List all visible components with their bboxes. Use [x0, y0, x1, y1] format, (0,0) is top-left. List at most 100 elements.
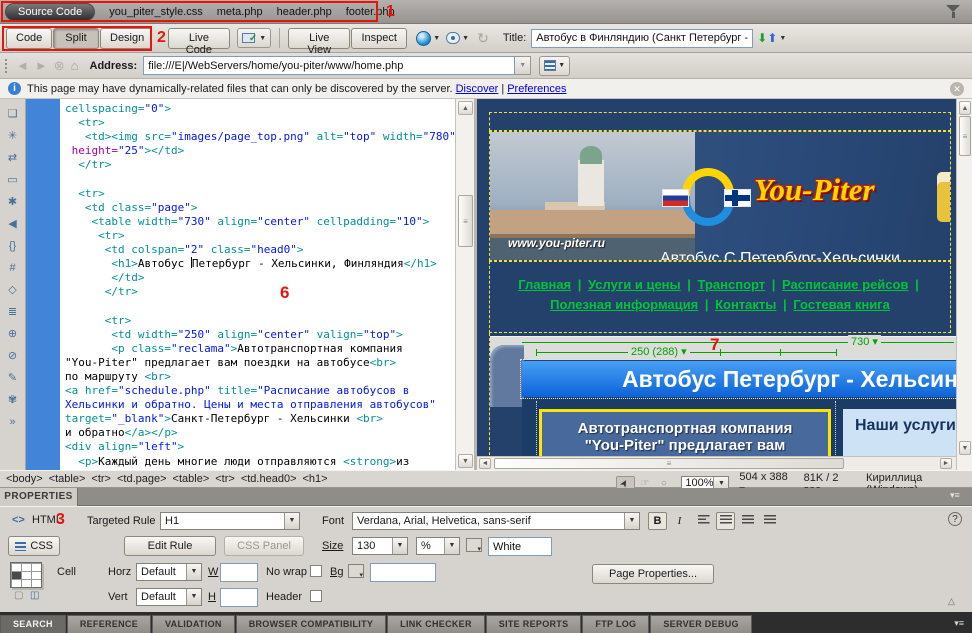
nav-link[interactable]: Главная: [518, 277, 571, 292]
address-input[interactable]: [143, 56, 515, 75]
syntax-error-alerts-icon[interactable]: ≣: [3, 301, 23, 323]
scroll-down-icon[interactable]: ▼: [959, 441, 971, 455]
code-navigator-icon[interactable]: ✳: [3, 125, 23, 147]
table-width-label-outer[interactable]: 730 ▾: [848, 335, 881, 348]
table-width-bar[interactable]: 730 ▾ 250 (288) ▾: [490, 336, 956, 360]
related-file-tab-1[interactable]: meta.php: [217, 6, 263, 18]
apply-comment-icon[interactable]: ⊕: [3, 323, 23, 345]
close-icon[interactable]: ✕: [950, 82, 964, 96]
scroll-left-icon[interactable]: ◄: [479, 458, 491, 469]
css-panel-button[interactable]: CSS Panel: [224, 536, 304, 556]
visual-aids-button[interactable]: ▼: [446, 32, 469, 44]
scroll-up-icon[interactable]: ▲: [959, 101, 971, 115]
tag-selector-item-3[interactable]: <td.page>: [117, 473, 167, 485]
header-checkbox[interactable]: [310, 590, 322, 602]
results-tab-link-checker[interactable]: LINK CHECKER: [387, 615, 485, 633]
panel-menu-icon[interactable]: ▾≡: [950, 490, 960, 501]
design-view[interactable]: You-Piter Автобус С.Петербург-Хельсинки …: [477, 99, 956, 470]
merge-cells-icon[interactable]: ▢: [14, 590, 23, 601]
expand-all-icon[interactable]: ✱: [3, 191, 23, 213]
collapse-selection-icon[interactable]: ▭: [3, 169, 23, 191]
bg-color-input[interactable]: [370, 563, 436, 582]
remove-comment-icon[interactable]: ⊘: [3, 345, 23, 367]
cell-width-input[interactable]: [220, 563, 258, 582]
results-tab-ftp-log[interactable]: FTP LOG: [582, 615, 649, 633]
targeted-rule-combo[interactable]: H1▼: [160, 512, 300, 530]
text-color-swatch[interactable]: [466, 538, 482, 552]
filter-icon[interactable]: [946, 5, 962, 19]
tag-selector-item-4[interactable]: <table>: [173, 473, 210, 485]
tag-selector-item-7[interactable]: <h1>: [303, 473, 328, 485]
highlight-invalid-code-icon[interactable]: ◇: [3, 279, 23, 301]
design-vscroll-thumb[interactable]: ≡: [959, 116, 971, 156]
split-cell-icon[interactable]: ◫: [30, 590, 39, 601]
live-view-options-button[interactable]: ▼: [539, 56, 570, 76]
back-icon[interactable]: ◄: [16, 58, 29, 73]
design-scrollbar-vertical[interactable]: ▲ ≡ ▼: [956, 99, 972, 470]
align-center-button[interactable]: [716, 512, 735, 530]
results-tab-search[interactable]: SEARCH: [0, 615, 66, 633]
design-view-button[interactable]: Design: [100, 28, 152, 49]
more-icon[interactable]: »: [3, 411, 23, 433]
nav-link[interactable]: Услуги и цены: [588, 277, 681, 292]
panel-menu-icon[interactable]: ▾≡: [954, 618, 964, 633]
bold-button[interactable]: B: [648, 512, 667, 530]
code-scrollbar-vertical[interactable]: ▲ ≡ ▼: [455, 99, 474, 470]
preferences-link[interactable]: Preferences: [507, 83, 566, 95]
nav-link[interactable]: Полезная информация: [550, 297, 698, 312]
discover-link[interactable]: Discover: [456, 83, 499, 95]
related-file-tab-2[interactable]: header.php: [277, 6, 332, 18]
align-left-button[interactable]: [694, 512, 713, 530]
open-documents-icon[interactable]: ❏: [3, 103, 23, 125]
font-combo[interactable]: Verdana, Arial, Helvetica, sans-serif▼: [352, 512, 640, 530]
nav-link[interactable]: Гостевая книга: [793, 297, 890, 312]
scroll-right-icon[interactable]: ►: [940, 458, 952, 469]
address-dropdown-button[interactable]: ▼: [515, 56, 531, 75]
css-mode-button[interactable]: CSS: [8, 536, 60, 556]
file-management-button[interactable]: ⬇ ⬆ ▼: [757, 31, 786, 45]
toolbar-grip[interactable]: [4, 58, 9, 74]
no-wrap-checkbox[interactable]: [310, 565, 322, 577]
size-unit-combo[interactable]: %▼: [416, 537, 460, 555]
help-icon[interactable]: ?: [948, 512, 962, 526]
scroll-up-icon[interactable]: ▲: [458, 101, 473, 115]
results-tab-reference[interactable]: REFERENCE: [67, 615, 151, 633]
collapse-panel-icon[interactable]: △: [948, 596, 955, 607]
live-view-button[interactable]: Live View: [288, 28, 350, 49]
select-parent-tag-icon[interactable]: ◀: [3, 213, 23, 235]
text-color-input[interactable]: [488, 537, 552, 556]
collapse-full-tag-icon[interactable]: ⇄: [3, 147, 23, 169]
code-view-button[interactable]: Code: [6, 28, 52, 49]
page-heading[interactable]: Автобус Петербург - Хельсин: [522, 361, 956, 397]
vert-combo[interactable]: Default▼: [136, 588, 202, 606]
results-tab-validation[interactable]: VALIDATION: [152, 615, 235, 633]
properties-panel-tab[interactable]: PROPERTIES: [0, 488, 78, 506]
tag-selector-item-6[interactable]: <td.head0>: [241, 473, 297, 485]
refresh-icon[interactable]: ↻: [477, 30, 489, 47]
recent-snippets-icon[interactable]: ✾: [3, 389, 23, 411]
nav-link[interactable]: Расписание рейсов: [782, 277, 908, 292]
split-view-button[interactable]: Split: [53, 28, 99, 49]
check-browser-compatibility-icon[interactable]: ✓▼: [237, 28, 271, 48]
tag-selector-item-5[interactable]: <tr>: [215, 473, 235, 485]
source-code-tab[interactable]: Source Code: [5, 3, 95, 21]
wrap-tag-icon[interactable]: ✎: [3, 367, 23, 389]
tag-selector-item-2[interactable]: <tr>: [91, 473, 111, 485]
results-tab-browser-compatibility[interactable]: BROWSER COMPATIBILITY: [236, 615, 386, 633]
preview-in-browser-button[interactable]: ▼: [416, 31, 440, 46]
results-tab-site-reports[interactable]: SITE REPORTS: [486, 615, 582, 633]
title-input[interactable]: [531, 29, 753, 48]
code-scroll-thumb[interactable]: ≡: [458, 195, 473, 247]
home-icon[interactable]: ⌂: [71, 58, 79, 73]
design-scrollbar-horizontal[interactable]: ◄ ≡ ►: [477, 456, 956, 470]
tag-selector-item-1[interactable]: <table>: [49, 473, 86, 485]
results-tab-server-debug[interactable]: SERVER DEBUG: [650, 615, 751, 633]
inspect-button[interactable]: Inspect: [351, 28, 407, 49]
align-justify-button[interactable]: [760, 512, 779, 530]
italic-button[interactable]: I: [670, 512, 689, 530]
code-editor[interactable]: cellspacing="0">20 <tr>21 <td><img src="…: [60, 99, 455, 470]
tag-selector-item-0[interactable]: <body>: [6, 473, 43, 485]
line-numbers-icon[interactable]: #: [3, 257, 23, 279]
table-width-label-inner[interactable]: 250 (288) ▾: [628, 345, 690, 358]
scroll-down-icon[interactable]: ▼: [458, 454, 473, 468]
